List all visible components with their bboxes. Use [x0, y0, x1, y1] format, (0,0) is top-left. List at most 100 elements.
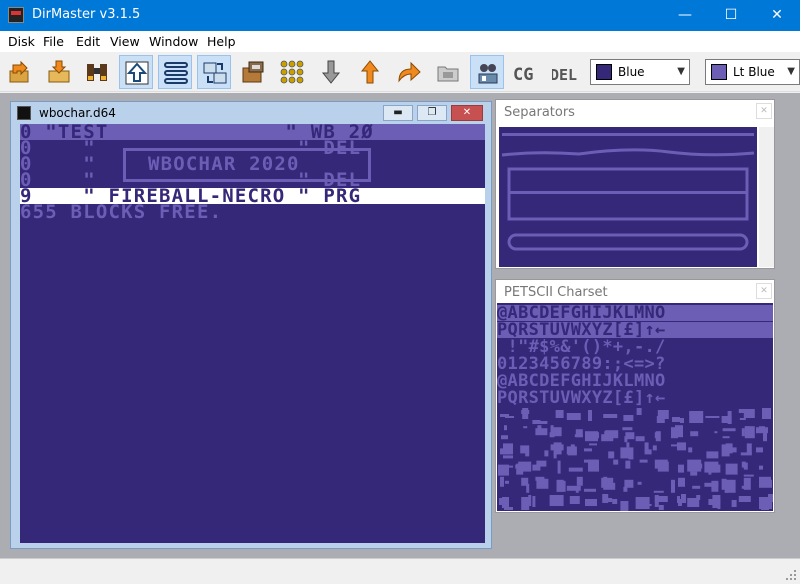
petscii-glyph-block — [576, 476, 583, 486]
export-button[interactable] — [42, 55, 76, 89]
menu-window[interactable]: Window — [149, 34, 198, 49]
network-button[interactable] — [470, 55, 504, 89]
redo-button[interactable] — [392, 55, 426, 89]
petscii-glyph-block — [555, 410, 564, 418]
petscii-glyph-block — [601, 477, 614, 488]
petscii-glyph-block — [624, 479, 634, 488]
menu-edit[interactable]: Edit — [76, 34, 100, 49]
down-arrow-icon — [321, 60, 341, 84]
petscii-glyph-block — [521, 477, 529, 486]
petscii-glyph-block — [588, 410, 592, 421]
petscii-glyph-block — [498, 464, 509, 476]
charset-row[interactable]: @ABCDEFGHIJKLMNO — [497, 373, 773, 390]
charset-row[interactable]: @ABCDEFGHIJKLMNO — [497, 305, 773, 322]
disk-window-title: wbochar.d64 — [39, 106, 116, 120]
app-icon[interactable] — [8, 7, 24, 23]
charset-row[interactable]: 0123456789:;<=>? — [497, 356, 773, 373]
background-color-select[interactable]: Blue ▼ — [590, 59, 690, 85]
petscii-glyph-block — [585, 499, 597, 506]
petscii-glyph-block — [681, 494, 686, 503]
menu-view[interactable]: View — [110, 34, 140, 49]
petscii-glyph-block — [721, 478, 727, 490]
logo-text: WBOCHAR 2020 — [148, 155, 368, 174]
resize-grip-icon[interactable] — [785, 569, 797, 581]
separator-icon — [164, 62, 188, 84]
petscii-glyph-block — [763, 431, 767, 442]
petscii-glyph-block — [740, 452, 752, 456]
separators-scrollbar[interactable] — [759, 127, 774, 267]
petscii-glyph-block — [690, 431, 699, 437]
petscii-glyph-block — [505, 416, 514, 418]
petscii-glyph-block — [722, 436, 730, 439]
separators-preview[interactable] — [499, 127, 757, 267]
petscii-glyph-block — [612, 499, 618, 504]
del-button[interactable]: DEL — [548, 55, 582, 89]
grid-button[interactable] — [275, 55, 309, 89]
charset-row[interactable]: !"#$%&'()*+,-./ — [497, 339, 773, 356]
color-swatch — [596, 64, 612, 80]
petscii-glyph-block — [613, 459, 619, 465]
petscii-glyph-block — [604, 431, 614, 441]
cg-icon: CG — [513, 65, 533, 85]
separator-button[interactable] — [158, 55, 192, 89]
charset-row[interactable]: PQRSTUVWXYZ[£]↑← — [497, 322, 773, 339]
menu-help[interactable]: Help — [207, 34, 236, 49]
petscii-glyph-block — [691, 463, 703, 469]
maximize-button[interactable]: ☐ — [708, 0, 754, 31]
petscii-glyph-block — [721, 444, 730, 457]
search-button[interactable] — [80, 55, 114, 89]
petscii-glyph-block — [671, 444, 678, 447]
charset-grid[interactable]: @ABCDEFGHIJKLMNO PQRSTUVWXYZ[£]↑← !"#$%&… — [497, 303, 773, 511]
charset-row[interactable]: PQRSTUVWXYZ[£]↑← — [497, 390, 773, 407]
menu-file[interactable]: File — [43, 34, 64, 49]
close-icon[interactable]: ✕ — [756, 283, 772, 299]
petscii-glyph-block — [584, 488, 596, 492]
petscii-glyph-block — [504, 425, 507, 431]
close-icon[interactable]: ✕ — [756, 103, 772, 119]
packages-icon — [242, 61, 264, 83]
folder-button[interactable] — [431, 55, 465, 89]
title-bar: DirMaster v3.1.5 — ☐ ✕ — [0, 0, 800, 31]
binoculars-icon — [87, 64, 107, 81]
move-up-button[interactable] — [353, 55, 387, 89]
petscii-glyph-block — [503, 455, 513, 459]
petscii-glyph-block — [677, 442, 686, 451]
petscii-glyph-block — [706, 451, 719, 459]
swap-icon — [203, 62, 227, 84]
child-close-button[interactable]: ✕ — [451, 105, 483, 121]
packages-button[interactable] — [236, 55, 270, 89]
svg-text:CG: CG — [513, 65, 533, 85]
petscii-glyph-block — [635, 497, 650, 509]
foreground-color-select[interactable]: Lt Blue ▼ — [705, 59, 800, 85]
c64-view-button[interactable] — [119, 55, 153, 89]
petscii-glyph-block — [499, 498, 505, 505]
petscii-glyph-block — [709, 464, 721, 473]
petscii-glyph-block — [756, 447, 763, 453]
petscii-glyph-block — [532, 496, 536, 507]
swap-button[interactable] — [197, 55, 231, 89]
c64-directory-listing[interactable]: 0 "TEST " WB 2Ø 0 " " DEL 0 " " DEL 0 " … — [20, 124, 485, 543]
petscii-glyph-block — [533, 421, 548, 424]
petscii-glyph-block — [556, 479, 564, 492]
disk-window-titlebar[interactable]: wbochar.d64 ▬ ❐ ✕ — [11, 102, 491, 124]
dots-grid-icon — [280, 60, 304, 84]
petscii-glyph-block — [672, 417, 680, 422]
petscii-glyph-block — [678, 477, 685, 487]
petscii-glyph-block — [741, 485, 746, 489]
svg-text:DEL: DEL — [552, 66, 577, 84]
import-button[interactable] — [3, 55, 37, 89]
petscii-glyph-block — [623, 415, 634, 421]
minimize-button[interactable]: — — [662, 0, 708, 31]
menu-disk[interactable]: Disk — [8, 34, 35, 49]
child-restore-button[interactable]: ❐ — [417, 105, 447, 121]
close-button[interactable]: ✕ — [754, 0, 800, 31]
export-icon — [48, 60, 70, 83]
petscii-glyph-block — [535, 428, 548, 436]
petscii-glyph-block — [692, 485, 701, 489]
foreground-color-label: Lt Blue — [733, 65, 775, 79]
petscii-glyph-block — [739, 418, 746, 420]
move-down-button[interactable] — [314, 55, 348, 89]
petscii-glyph-block — [553, 452, 557, 459]
child-minimize-button[interactable]: ▬ — [383, 105, 413, 121]
cg-button[interactable]: CG — [509, 55, 543, 89]
